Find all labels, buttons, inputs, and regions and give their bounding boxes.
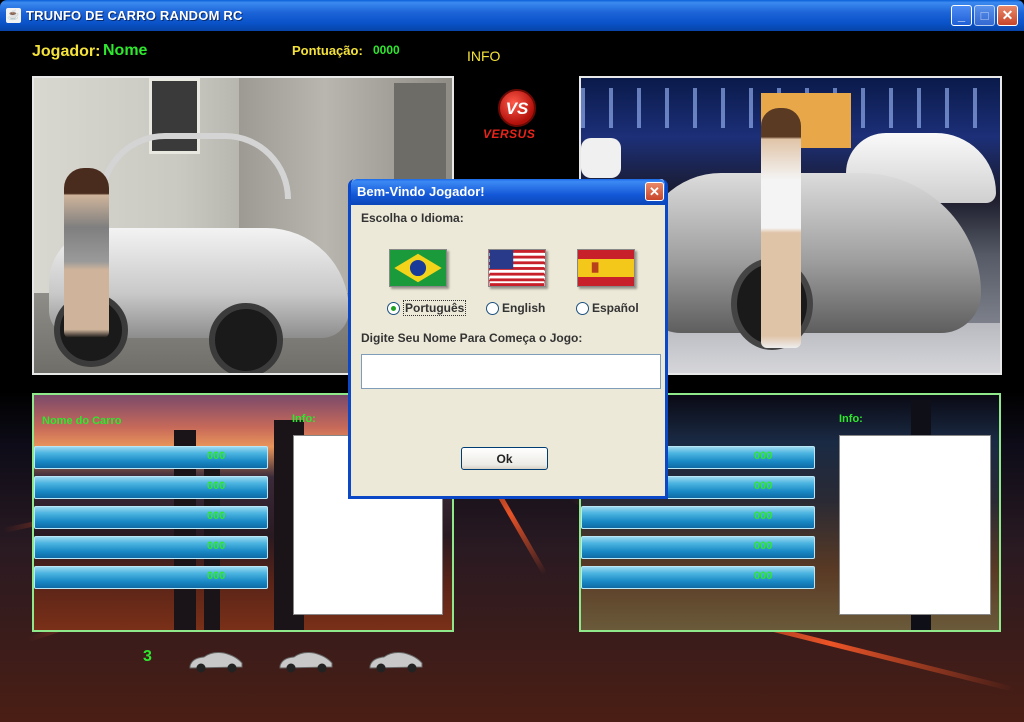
left-stat-value-3: 000 xyxy=(207,510,226,522)
car-token-icon xyxy=(369,652,423,673)
language-label-portugues: Português xyxy=(403,300,467,316)
spain-flag-icon[interactable] xyxy=(577,249,635,287)
radio-portugues[interactable] xyxy=(387,302,400,315)
round-number: 3 xyxy=(143,648,152,665)
right-info-box xyxy=(839,435,991,615)
info-button[interactable]: INFO xyxy=(467,48,500,64)
left-stat-bar-1[interactable]: 000 xyxy=(34,446,268,469)
player-name: Nome xyxy=(103,42,148,59)
versus-logo-icon: VS xyxy=(498,89,536,127)
car-token-icon xyxy=(189,652,243,673)
language-label-english: English xyxy=(502,301,546,315)
player-name-input[interactable] xyxy=(361,354,661,389)
left-car-name: Nome do Carro xyxy=(42,415,122,427)
java-coffee-icon: ☕ xyxy=(6,8,21,23)
radio-english[interactable] xyxy=(486,302,499,315)
language-option-espanol[interactable]: Español xyxy=(576,300,646,316)
left-info-title: Info: xyxy=(292,413,316,425)
left-stat-bar-4[interactable]: 000 xyxy=(34,536,268,559)
brazil-flag-icon[interactable] xyxy=(389,249,447,287)
left-stat-value-5: 000 xyxy=(207,570,226,582)
close-button[interactable]: ✕ xyxy=(997,5,1018,26)
left-stat-bar-2[interactable]: 000 xyxy=(34,476,268,499)
ok-button[interactable]: Ok xyxy=(461,447,548,470)
left-stat-bar-3[interactable]: 000 xyxy=(34,506,268,529)
right-stat-value-2: 000 xyxy=(754,480,773,492)
versus-text: VERSUS xyxy=(483,127,536,141)
right-stat-bar-5[interactable]: 000 xyxy=(581,566,815,589)
dialog-close-button[interactable]: ✕ xyxy=(645,182,664,201)
left-stat-value-4: 000 xyxy=(207,540,226,552)
right-stat-bar-4[interactable]: 000 xyxy=(581,536,815,559)
player-name-label: Digite Seu Nome Para Começa o Jogo: xyxy=(361,331,583,345)
window-titlebar[interactable]: ☕ TRUNFO DE CARRO RANDOM RC _ □ ✕ xyxy=(0,0,1024,31)
right-stat-value-4: 000 xyxy=(754,540,773,552)
score-label: Pontuação: xyxy=(292,43,363,58)
maximize-button[interactable]: □ xyxy=(974,5,995,26)
right-info-title: Info: xyxy=(839,413,863,425)
dialog-title: Bem-Vindo Jogador! xyxy=(357,184,485,199)
right-stat-value-5: 000 xyxy=(754,570,773,582)
left-stat-value-1: 000 xyxy=(207,450,226,462)
radio-espanol[interactable] xyxy=(576,302,589,315)
right-stat-value-3: 000 xyxy=(754,510,773,522)
window-title: TRUNFO DE CARRO RANDOM RC xyxy=(26,8,243,23)
usa-flag-icon[interactable] xyxy=(488,249,546,287)
right-stat-bar-3[interactable]: 000 xyxy=(581,506,815,529)
welcome-dialog: Bem-Vindo Jogador! ✕ Escolha o Idioma: P… xyxy=(348,179,668,499)
player-label: Jogador: xyxy=(32,43,101,60)
left-stat-value-2: 000 xyxy=(207,480,226,492)
right-stat-value-1: 000 xyxy=(754,450,773,462)
left-stat-bar-5[interactable]: 000 xyxy=(34,566,268,589)
minimize-button[interactable]: _ xyxy=(951,5,972,26)
car-token-icon xyxy=(279,652,333,673)
dialog-titlebar[interactable]: Bem-Vindo Jogador! ✕ xyxy=(351,179,665,205)
language-option-portugues[interactable]: Português xyxy=(387,300,467,316)
language-option-english[interactable]: English xyxy=(486,300,556,316)
language-label: Escolha o Idioma: xyxy=(361,211,464,225)
language-label-espanol: Español xyxy=(592,301,639,315)
score-value: 0000 xyxy=(373,43,400,57)
